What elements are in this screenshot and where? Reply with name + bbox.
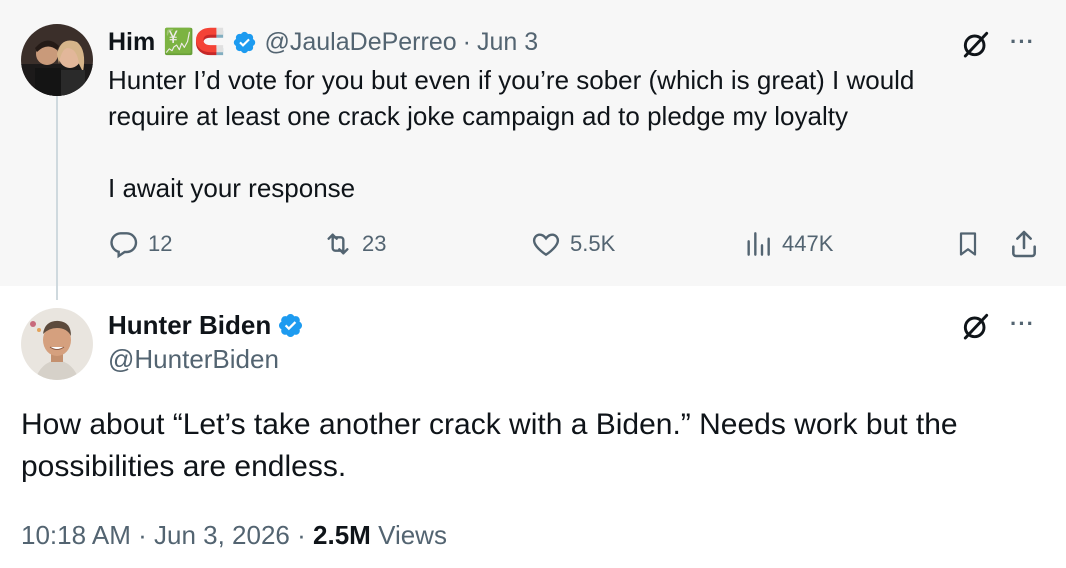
parent-tweet[interactable]: Him 💹🧲 @JaulaDePerreo · Jun 3 ··· Hunter…: [0, 0, 1066, 300]
more-icon[interactable]: ···: [1010, 311, 1035, 337]
author-name[interactable]: Him: [108, 28, 155, 57]
grok-icon[interactable]: [960, 28, 992, 60]
views-icon: [747, 232, 770, 256]
like-count: 5.5K: [570, 231, 616, 256]
avatar[interactable]: [21, 24, 93, 96]
bookmark-button[interactable]: [954, 228, 982, 260]
bookmark-icon: [959, 232, 977, 256]
views-count: 2.5M: [313, 520, 371, 550]
repost-icon: [327, 233, 349, 255]
like-icon: [532, 233, 560, 257]
share-icon: [1012, 230, 1036, 258]
grok-icon[interactable]: [960, 310, 992, 342]
reply-button[interactable]: 12: [108, 228, 172, 260]
more-icon[interactable]: ···: [1010, 29, 1035, 55]
tweet-text: How about “Let’s take another crack with…: [21, 408, 958, 483]
name-emoji: 💹🧲: [163, 27, 226, 56]
thread-connector-line: [56, 94, 58, 300]
views-count: 447K: [782, 231, 834, 256]
avatar[interactable]: [21, 308, 93, 380]
share-button[interactable]: [1008, 228, 1040, 260]
tweet-meta: 10:18 AM · Jun 3, 2026 · 2.5M Views: [21, 520, 447, 551]
tweet-date[interactable]: Jun 3: [477, 28, 538, 57]
tweet-date[interactable]: Jun 3, 2026: [154, 520, 290, 550]
author-handle[interactable]: @JaulaDePerreo: [265, 28, 457, 57]
separator-dot: ·: [138, 520, 147, 550]
tweet-text: Hunter I’d vote for you but even if you’…: [108, 65, 915, 131]
author-handle[interactable]: @HunterBiden: [108, 344, 279, 375]
tweet-text-line2: I await your response: [108, 173, 356, 203]
tweet-time[interactable]: 10:18 AM: [21, 520, 131, 550]
separator-dot: ·: [462, 27, 471, 56]
reply-count: 12: [148, 231, 173, 256]
views-label: Views: [378, 520, 447, 550]
reply-icon: [110, 232, 138, 259]
verified-badge-icon[interactable]: [232, 30, 257, 55]
separator-dot: ·: [297, 520, 306, 550]
author-name[interactable]: Hunter Biden: [108, 310, 271, 341]
repost-count: 23: [362, 231, 387, 256]
repost-button[interactable]: 23: [322, 228, 386, 260]
verified-badge-icon[interactable]: [277, 312, 304, 339]
like-button[interactable]: 5.5K: [530, 228, 615, 260]
tweet-actions: 12 23 5.5K 447K: [0, 228, 1066, 268]
views-button[interactable]: 447K: [742, 228, 833, 260]
